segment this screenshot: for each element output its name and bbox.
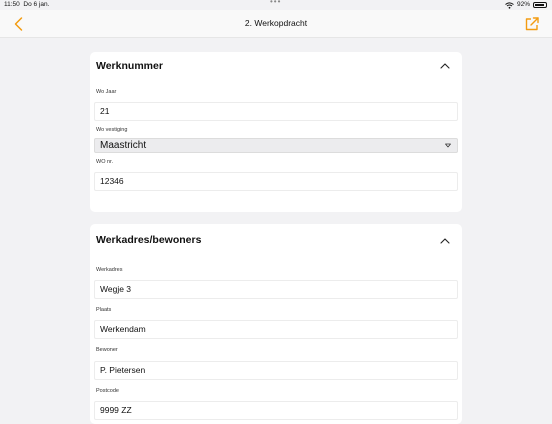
status-bar: 11:50 Do 6 jan. ••• 92% xyxy=(0,0,552,10)
wo-vestiging-value: Maastricht xyxy=(100,140,147,151)
battery-percent: 92% xyxy=(516,1,530,8)
postcode-field[interactable]: 9999 ZZ xyxy=(94,401,458,420)
battery-icon xyxy=(533,2,547,8)
wo-nr-field[interactable]: 12346 xyxy=(94,172,458,191)
bewoner-field[interactable]: P. Pietersen xyxy=(94,361,458,380)
wo-nr-label: WO nr. xyxy=(96,159,114,165)
werknummer-header[interactable]: Werknummer xyxy=(90,52,462,80)
multitask-dots-icon[interactable]: ••• xyxy=(270,0,281,7)
status-date: Do 6 jan. xyxy=(23,1,50,8)
chevron-up-icon[interactable] xyxy=(440,62,450,69)
status-right: 92% xyxy=(505,0,547,10)
chevron-up-icon[interactable] xyxy=(440,237,450,244)
werkadres-header[interactable]: Werkadres/bewoners xyxy=(90,224,462,252)
wo-jaar-label: Wo Jaar xyxy=(96,89,117,95)
werkadres-label: Werkadres xyxy=(96,267,123,273)
status-time: 11:50 Do 6 jan. xyxy=(4,1,50,8)
dropdown-caret-icon xyxy=(445,143,451,148)
page-title: 2. Werkopdracht xyxy=(244,18,308,28)
werkadres-field[interactable]: Wegje 3 xyxy=(94,280,458,299)
wifi-icon xyxy=(505,1,514,9)
werknummer-card: Werknummer Wo Jaar 21 Wo vestiging Maast… xyxy=(90,52,462,212)
share-icon[interactable] xyxy=(524,16,540,32)
werkadres-title: Werkadres/bewoners xyxy=(96,234,202,246)
wo-jaar-field[interactable]: 21 xyxy=(94,102,458,121)
postcode-label: Postcode xyxy=(96,388,119,394)
plaats-label: Plaats xyxy=(96,307,112,313)
plaats-field[interactable]: Werkendam xyxy=(94,320,458,339)
wo-vestiging-select[interactable]: Maastricht xyxy=(94,138,458,153)
wo-vestiging-label: Wo vestiging xyxy=(96,127,128,133)
navigation-bar: 2. Werkopdracht xyxy=(0,10,552,38)
bewoner-label: Bewoner xyxy=(96,347,118,353)
werknummer-title: Werknummer xyxy=(96,60,163,72)
werkadres-card: Werkadres/bewoners Werkadres Wegje 3 Pla… xyxy=(90,224,462,424)
